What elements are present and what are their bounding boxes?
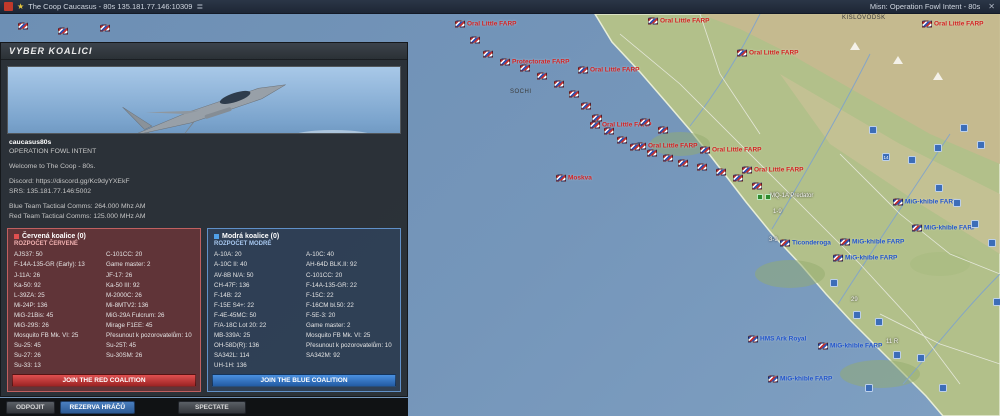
- aircraft-slot-row[interactable]: AV-8B N/A: 50: [214, 271, 302, 281]
- server-title: The Coop Caucasus - 80s 135.181.77.146:1…: [28, 2, 192, 11]
- operation-name: OPERATION FOWL INTENT: [9, 147, 399, 157]
- blue-coalition-subtitle: ROZPOČET MODRÉ: [214, 241, 394, 247]
- aircraft-slot-row[interactable]: C-101CC: 20: [306, 271, 394, 281]
- aircraft-slot-row[interactable]: MiG-21Bis: 45: [14, 311, 102, 321]
- aircraft-slot-row[interactable]: A-10C: 40: [306, 250, 394, 260]
- mission-name: Misn: Operation Fowl Intent - 80s: [870, 2, 980, 11]
- aircraft-slot-row[interactable]: Su-33: 13: [14, 361, 102, 371]
- aircraft-slot-row[interactable]: F-14B: 22: [214, 291, 302, 301]
- aircraft-slot-row[interactable]: CH-47F: 136: [214, 281, 302, 291]
- footer-bar: ODPOJIT REZERVA HRÁČŮ SPECTATE: [0, 398, 408, 416]
- blue-bullet-icon: [214, 234, 219, 239]
- discord-link: Discord: https://discord.gg/Kc9dyYXEkF: [9, 177, 399, 187]
- aircraft-slot-row[interactable]: UH-1H: 136: [214, 361, 302, 371]
- aircraft-slot-row[interactable]: Su-27: 26: [14, 351, 102, 361]
- aircraft-slot-row[interactable]: AJS37: 50: [14, 250, 102, 260]
- aircraft-slot-row[interactable]: AH-64D BLK.II: 92: [306, 260, 394, 270]
- srs-address: SRS: 135.181.77.146:5002: [9, 187, 399, 197]
- coalition-panel: VYBER KOALICI caucas: [0, 42, 408, 397]
- aircraft-slot-row[interactable]: Ka-50 III: 92: [106, 281, 194, 291]
- server-info-icon[interactable]: ≣: [196, 2, 203, 11]
- aircraft-slot-row[interactable]: M-2000C: 26: [106, 291, 194, 301]
- aircraft-slot-row[interactable]: JF-17: 26: [106, 271, 194, 281]
- aircraft-slot-row[interactable]: C-101CC: 20: [106, 250, 194, 260]
- join-blue-coalition-button[interactable]: JOIN THE BLUE COALITION: [212, 374, 396, 387]
- aircraft-slot-row[interactable]: Mosquito FB Mk. VI: 25: [306, 331, 394, 341]
- aircraft-slot-row[interactable]: Game master: 2: [106, 260, 194, 270]
- mission-briefing: caucasus80s OPERATION FOWL INTENT Welcom…: [1, 136, 407, 227]
- aircraft-slot-row[interactable]: Přesunout k pozorovatelům: 10: [306, 341, 394, 351]
- blue-coalition-box: Modrá koalice (0) ROZPOČET MODRÉ A-10A: …: [207, 228, 401, 392]
- aircraft-slot-row[interactable]: Ka-50: 92: [14, 281, 102, 291]
- aircraft-slot-row[interactable]: MiG-29S: 26: [14, 321, 102, 331]
- aircraft-slot-row[interactable]: Su-30SM: 26: [106, 351, 194, 361]
- aircraft-slot-row[interactable]: MB-339A: 25: [214, 331, 302, 341]
- close-icon[interactable]: ✕: [988, 2, 995, 11]
- aircraft-slot-row[interactable]: A-10A: 20: [214, 250, 302, 260]
- aircraft-slot-row[interactable]: Su-25: 45: [14, 341, 102, 351]
- aircraft-slot-row[interactable]: F-5E-3: 20: [306, 311, 394, 321]
- aircraft-slot-row[interactable]: SA342M: 92: [306, 351, 394, 361]
- aircraft-slot-row[interactable]: Mirage F1EE: 45: [106, 321, 194, 331]
- red-coalition-subtitle: ROZPOČET ČERVENÉ: [14, 241, 194, 247]
- red-bullet-icon: [14, 234, 19, 239]
- aircraft-slot-row[interactable]: Game master: 2: [306, 321, 394, 331]
- red-comms: Red Team Tactical Comms: 125.000 MHz AM: [9, 212, 399, 222]
- aircraft-slot-row[interactable]: Mosquito FB Mk. VI: 25: [14, 331, 102, 341]
- red-coalition-box: Červená koalice (0) ROZPOČET ČERVENÉ AJS…: [7, 228, 201, 392]
- mission-image: [7, 66, 401, 134]
- aircraft-slot-row[interactable]: F-15C: 22: [306, 291, 394, 301]
- blue-comms: Blue Team Tactical Comms: 264.000 Mhz AM: [9, 202, 399, 212]
- aircraft-slot-row[interactable]: OH-58D(R): 136: [214, 341, 302, 351]
- aircraft-slot-row[interactable]: Mi-24P: 136: [14, 301, 102, 311]
- aircraft-slot-row[interactable]: MiG-29A Fulcrum: 26: [106, 311, 194, 321]
- aircraft-slot-row[interactable]: F-14A-135-GR: 22: [306, 281, 394, 291]
- aircraft-slot-row[interactable]: F-16CM bl.50: 22: [306, 301, 394, 311]
- spectate-button[interactable]: SPECTATE: [178, 401, 246, 414]
- panel-title: VYBER KOALICI: [1, 43, 407, 60]
- aircraft-slot-row[interactable]: F-15E S4+: 22: [214, 301, 302, 311]
- blue-coalition-title: Modrá koalice (0): [214, 233, 394, 240]
- aircraft-slot-row[interactable]: L-39ZA: 25: [14, 291, 102, 301]
- favorite-star-icon: ★: [17, 2, 24, 11]
- aircraft-slot-row[interactable]: F-14A-135-GR (Early): 13: [14, 260, 102, 270]
- red-coalition-title: Červená koalice (0): [14, 233, 194, 240]
- join-red-coalition-button[interactable]: JOIN THE RED COALITION: [12, 374, 196, 387]
- titlebar: ★ The Coop Caucasus - 80s 135.181.77.146…: [0, 0, 1000, 14]
- app-icon: [4, 2, 13, 11]
- reserve-button[interactable]: REZERVA HRÁČŮ: [60, 401, 136, 414]
- aircraft-slot-row[interactable]: A-10C II: 40: [214, 260, 302, 270]
- aircraft-slot-row[interactable]: Přesunout k pozorovatelům: 10: [106, 331, 194, 341]
- aircraft-slot-row[interactable]: Mi-8MTV2: 136: [106, 301, 194, 311]
- disconnect-button[interactable]: ODPOJIT: [6, 401, 55, 414]
- aircraft-slot-row[interactable]: Su-25T: 45: [106, 341, 194, 351]
- welcome-text: Welcome to The Coop - 80s.: [9, 162, 399, 172]
- aircraft-slot-row[interactable]: J-11A: 26: [14, 271, 102, 281]
- mission-filename: caucasus80s: [9, 138, 399, 148]
- aircraft-slot-row[interactable]: F/A-18C Lot 20: 22: [214, 321, 302, 331]
- aircraft-slot-row[interactable]: F-4E-45MC: 50: [214, 311, 302, 321]
- aircraft-slot-row[interactable]: SA342L: 114: [214, 351, 302, 361]
